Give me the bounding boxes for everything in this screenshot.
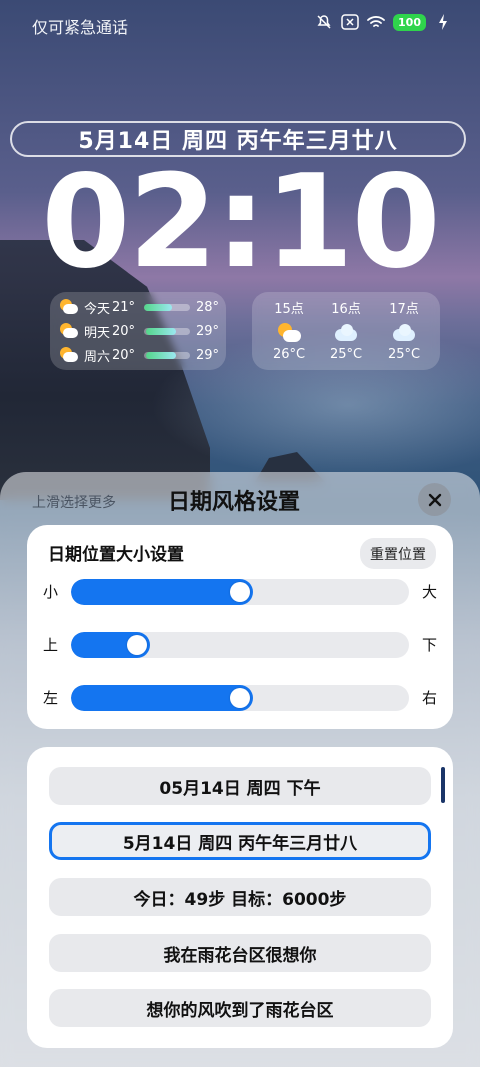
date-style-option[interactable]: 今日：49步 目标：6000步: [49, 878, 431, 916]
partly-sunny-icon: [58, 323, 78, 339]
temp-range-bar: [144, 327, 190, 335]
mute-bell-icon: [315, 13, 333, 31]
weather-day: 周六: [84, 349, 111, 365]
slider-min-label: 左: [43, 689, 59, 707]
sheet-title: 日期风格设置: [168, 490, 301, 515]
position-size-title: 日期位置大小设置: [48, 545, 184, 565]
cloudy-icon: [333, 323, 359, 343]
weather-low: 20°: [112, 323, 136, 339]
weather-day: 今天: [84, 301, 111, 317]
size-slider[interactable]: [71, 579, 409, 605]
weather-high: 29°: [196, 323, 220, 339]
hour-label: 17点: [389, 302, 419, 317]
date-style-list: 05月14日 周四 下午 5月14日 周四 丙午年三月廿八 今日：49步 目标：…: [27, 747, 453, 1048]
slider-thumb[interactable]: [230, 688, 250, 708]
hourly-item: 15点 26°C: [264, 298, 314, 362]
hourly-item: 16点 25°C: [321, 298, 371, 362]
horizontal-position-slider[interactable]: [71, 685, 409, 711]
date-style-option[interactable]: 我在雨花台区很想你: [49, 934, 431, 972]
hour-temp: 26°C: [272, 347, 306, 362]
hour-label: 15点: [274, 302, 304, 317]
reset-position-button[interactable]: 重置位置: [360, 538, 436, 569]
slider-thumb[interactable]: [127, 635, 148, 655]
hour-temp: 25°C: [329, 347, 363, 362]
status-bar: 仅可紧急通话 100: [0, 0, 480, 48]
close-button[interactable]: [418, 483, 451, 516]
partly-sunny-icon: [58, 299, 78, 315]
hourly-weather-card[interactable]: 15点 26°C 16点 25°C 17点 25°C: [252, 292, 440, 370]
horizontal-slider-row: 左 右: [27, 683, 453, 713]
slider-max-label: 大: [421, 583, 437, 601]
weather-day-row: 今天 21° 28°: [58, 297, 219, 317]
weather-day-row: 明天 20° 29°: [58, 321, 219, 341]
partly-sunny-icon: [58, 347, 78, 363]
battery-icon: 100: [393, 13, 426, 31]
carrier-text: 仅可紧急通话: [32, 18, 129, 37]
date-style-option[interactable]: 想你的风吹到了雨花台区: [49, 989, 431, 1027]
weather-high: 28°: [196, 299, 220, 315]
date-style-sheet: 上滑选择更多 日期风格设置 日期位置大小设置 重置位置 小 大 上 下 左 右 …: [0, 472, 480, 1067]
size-slider-row: 小 大: [27, 577, 453, 607]
hour-label: 16点: [331, 302, 361, 317]
weather-day: 明天: [84, 325, 111, 341]
charging-icon: [434, 13, 452, 31]
slider-min-label: 上: [43, 636, 59, 654]
slider-max-label: 右: [421, 689, 437, 707]
vertical-slider-row: 上 下: [27, 630, 453, 660]
hour-temp: 25°C: [387, 347, 421, 362]
swipe-up-hint: 上滑选择更多: [32, 495, 116, 511]
slider-max-label: 下: [421, 636, 437, 654]
hourly-item: 17点 25°C: [379, 298, 429, 362]
no-sim-icon: [341, 13, 359, 31]
status-icons: 100: [315, 13, 452, 31]
slider-min-label: 小: [43, 583, 59, 601]
temp-range-bar: [144, 351, 190, 359]
wifi-icon: [367, 13, 385, 31]
close-icon: [428, 493, 441, 506]
list-scrollbar[interactable]: [441, 767, 445, 803]
slider-thumb[interactable]: [230, 582, 250, 602]
weather-day-row: 周六 20° 29°: [58, 345, 219, 365]
temp-range-bar: [144, 303, 190, 311]
vertical-position-slider[interactable]: [71, 632, 409, 658]
date-style-option[interactable]: 5月14日 周四 丙午年三月廿八: [49, 822, 431, 860]
daily-weather-card[interactable]: 今天 21° 28° 明天 20° 29° 周六 20° 29°: [50, 292, 226, 370]
partly-sunny-icon: [276, 323, 302, 343]
weather-low: 20°: [112, 347, 136, 363]
position-size-card: 日期位置大小设置 重置位置 小 大 上 下 左 右: [27, 525, 453, 729]
weather-low: 21°: [112, 299, 136, 315]
cloudy-icon: [391, 323, 417, 343]
lockscreen-clock: 02:10: [41, 148, 440, 297]
date-style-option[interactable]: 05月14日 周四 下午: [49, 767, 431, 805]
weather-high: 29°: [196, 347, 220, 363]
